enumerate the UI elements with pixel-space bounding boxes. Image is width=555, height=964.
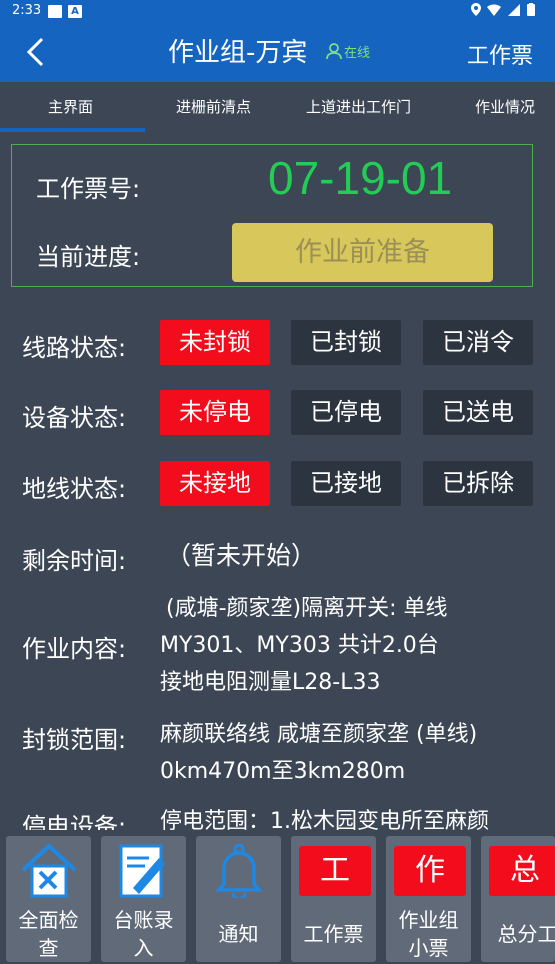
app-bar: 作业组-万宾 在线 工作票: [0, 22, 555, 82]
house-tools-icon: [21, 843, 77, 898]
equipment-power-restored-button[interactable]: 已送电: [423, 390, 533, 435]
tab-bar: 主界面 进栅前清点 上道进出工作门 作业情况: [0, 82, 555, 132]
tab-work-status[interactable]: 作业情况: [475, 96, 535, 117]
nav-label: 小票: [408, 936, 449, 960]
equipment-powered-button[interactable]: 未停电: [160, 390, 270, 435]
wifi-icon: [487, 4, 502, 17]
user-icon: [326, 43, 342, 60]
work-ticket-badge-icon: 工: [299, 846, 371, 896]
ticket-info-panel: 工作票号: 07-19-01 当前进度: 作业前准备: [11, 144, 533, 287]
work-content-line-1: (咸塘-颜家垄)隔离开关: 单线: [166, 596, 448, 621]
page-title: 作业组-万宾: [168, 38, 308, 68]
ground-removed-button[interactable]: 已拆除: [423, 461, 533, 506]
location-icon: [470, 3, 481, 16]
lock-scope-label: 封锁范围:: [22, 726, 127, 754]
online-status-label: 在线: [344, 46, 371, 61]
tab-pre-entry-check[interactable]: 进栅前清点: [176, 96, 251, 117]
work-content-line-3: 接地电阻测量L28-L33: [160, 670, 381, 695]
ground-status-label: 地线状态:: [22, 475, 127, 503]
work-content-line-2: MY301、MY303 共计2.0台: [160, 633, 439, 658]
signal-icon: [508, 4, 521, 16]
nav-division[interactable]: 总 总分工: [481, 836, 555, 962]
work-ticket-button[interactable]: 工作票: [467, 38, 533, 70]
work-content-label: 作业内容:: [22, 635, 127, 663]
nav-label: 通知: [218, 922, 259, 946]
document-edit-icon: [119, 844, 165, 898]
nav-team-ticket[interactable]: 作 作业组 小票: [386, 836, 471, 962]
lock-scope-line-1: 麻颜联络线 咸塘至颜家垄 (单线): [160, 722, 478, 747]
ticket-number: 07-19-01: [268, 152, 453, 204]
ticket-number-label: 工作票号:: [36, 175, 141, 203]
notification-icon: [48, 5, 62, 18]
nav-label: 入: [133, 936, 154, 960]
line-status-unlocked-button[interactable]: 未封锁: [160, 320, 270, 365]
bell-icon: [216, 844, 262, 898]
back-arrow-icon[interactable]: [22, 36, 52, 68]
tab-track-gate[interactable]: 上道进出工作门: [306, 96, 411, 117]
remaining-time-value: （暂未开始）: [166, 541, 317, 570]
ground-not-grounded-button[interactable]: 未接地: [160, 461, 270, 506]
nav-label: 全面检: [18, 908, 79, 932]
bottom-nav: 全面检 查 台账录 入 通知 工 工作票 作 作业组 小票 总 总分工: [0, 830, 555, 964]
status-time: 2:33: [12, 3, 42, 18]
nav-label: 作业组: [398, 908, 459, 932]
progress-status: 作业前准备: [232, 223, 493, 282]
tab-main[interactable]: 主界面: [48, 96, 93, 117]
line-status-locked-button[interactable]: 已封锁: [291, 320, 401, 365]
team-ticket-badge-icon: 作: [394, 846, 466, 896]
progress-label: 当前进度:: [36, 243, 141, 271]
nav-ledger-entry[interactable]: 台账录 入: [101, 836, 186, 962]
notification-a-icon: A: [68, 5, 82, 18]
status-bar: 2:33 A: [0, 0, 555, 22]
nav-label: 台账录: [113, 908, 174, 932]
division-badge-icon: 总: [489, 846, 555, 896]
online-status: 在线: [326, 42, 370, 61]
tab-active-indicator: [0, 128, 145, 132]
nav-label: 查: [38, 936, 59, 960]
line-status-cleared-button[interactable]: 已消令: [423, 320, 533, 365]
ground-grounded-button[interactable]: 已接地: [291, 461, 401, 506]
battery-icon: [527, 3, 535, 16]
nav-work-ticket[interactable]: 工 工作票: [291, 836, 376, 962]
nav-notifications[interactable]: 通知: [196, 836, 281, 962]
nav-full-inspection[interactable]: 全面检 查: [6, 836, 91, 962]
lock-scope-line-2: 0km470m至3km280m: [160, 759, 406, 784]
equipment-status-label: 设备状态:: [22, 404, 127, 432]
equipment-power-off-button[interactable]: 已停电: [291, 390, 401, 435]
line-status-label: 线路状态:: [22, 334, 127, 362]
remaining-time-label: 剩余时间:: [22, 547, 127, 575]
nav-label: 总分工: [497, 922, 555, 946]
system-icons: [470, 3, 535, 17]
nav-label: 工作票: [303, 922, 364, 946]
